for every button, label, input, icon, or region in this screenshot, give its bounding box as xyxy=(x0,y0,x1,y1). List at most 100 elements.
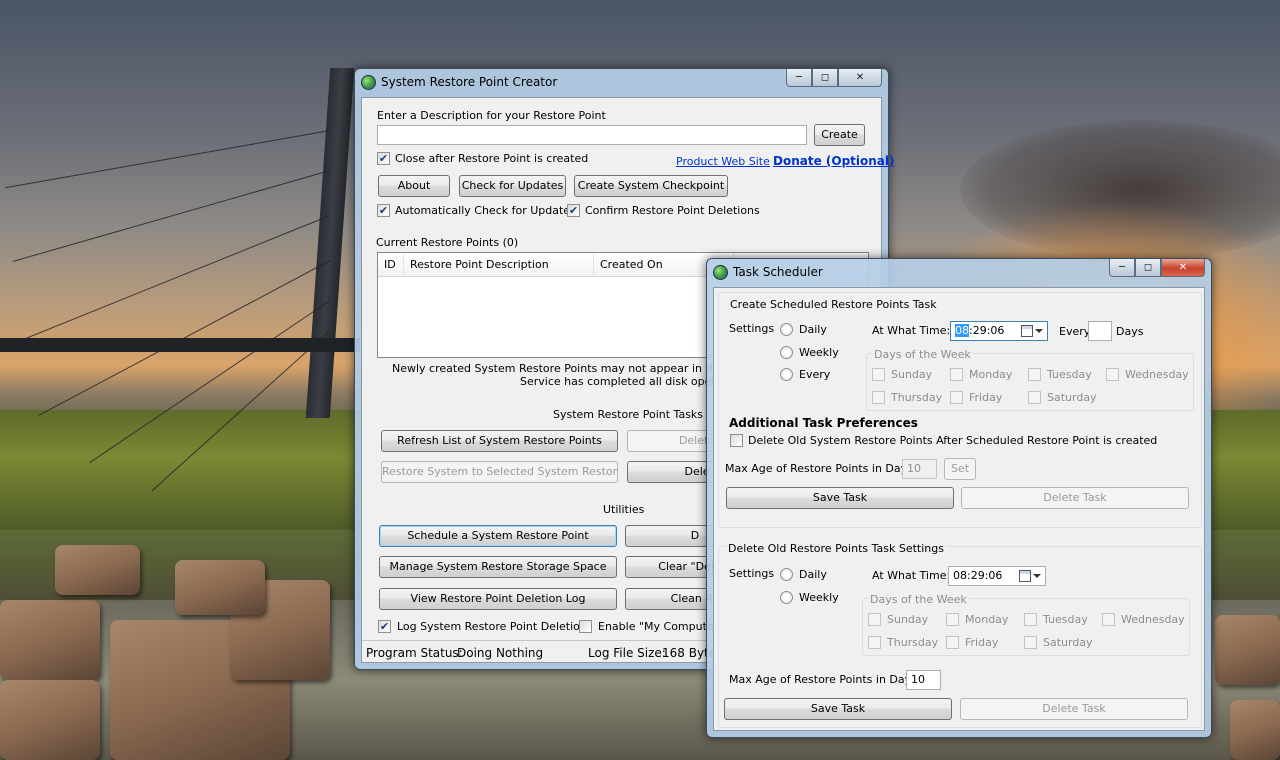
thursday-checkbox[interactable] xyxy=(872,391,885,404)
saturday-label: Saturday xyxy=(1047,391,1097,404)
close-button[interactable]: ✕ xyxy=(838,69,882,87)
view-deletion-log-button[interactable]: View Restore Point Deletion Log xyxy=(379,588,617,610)
monday-label: Monday xyxy=(969,368,1013,381)
saturday-label-2: Saturday xyxy=(1043,636,1093,649)
confirm-deletions-label: Confirm Restore Point Deletions xyxy=(585,204,760,217)
tuesday-checkbox[interactable] xyxy=(1028,368,1041,381)
task-caption-buttons: ─ ◻ ✕ xyxy=(1109,259,1205,277)
daily-label-2: Daily xyxy=(799,568,827,581)
set-button[interactable]: Set xyxy=(944,458,976,480)
rock xyxy=(55,545,140,595)
minimize-button[interactable]: ─ xyxy=(786,69,812,87)
task-minimize-button[interactable]: ─ xyxy=(1109,259,1135,277)
status-label: Program Status: xyxy=(366,646,463,660)
delete-old-checkbox[interactable] xyxy=(730,434,743,447)
every-days-input[interactable] xyxy=(1088,321,1112,341)
daily-label: Daily xyxy=(799,323,827,336)
sunday-checkbox[interactable] xyxy=(872,368,885,381)
monday-checkbox[interactable] xyxy=(950,368,963,381)
saturday-checkbox-2[interactable] xyxy=(1024,636,1037,649)
every-radio-label: Every xyxy=(799,368,831,381)
rock xyxy=(1215,615,1280,685)
task-maximize-button[interactable]: ◻ xyxy=(1135,259,1161,277)
max-age-input[interactable]: 10 xyxy=(902,459,937,479)
schedule-restore-point-button[interactable]: Schedule a System Restore Point xyxy=(379,525,617,547)
wednesday-checkbox-2[interactable] xyxy=(1102,613,1115,626)
create-button[interactable]: Create xyxy=(814,124,865,146)
log-deletions-label: Log System Restore Point Deletions xyxy=(397,620,593,633)
column-description[interactable]: Restore Point Description xyxy=(404,253,594,277)
manage-storage-button[interactable]: Manage System Restore Storage Space xyxy=(379,556,617,578)
rock xyxy=(0,680,100,760)
maximize-button[interactable]: ◻ xyxy=(812,69,838,87)
main-titlebar[interactable]: System Restore Point Creator ─ ◻ ✕ xyxy=(355,69,888,95)
main-window-title: System Restore Point Creator xyxy=(381,75,558,89)
delete-task-button[interactable]: Delete Task xyxy=(961,487,1189,509)
sunday-checkbox-2[interactable] xyxy=(868,613,881,626)
restore-system-button[interactable]: Restore System to Selected System Restor… xyxy=(381,461,618,483)
utilities-section-header: Utilities xyxy=(603,503,645,516)
enable-mycomputer-checkbox[interactable] xyxy=(579,620,592,633)
sunday-label: Sunday xyxy=(891,368,933,381)
at-time-label: At What Time: xyxy=(872,324,951,337)
check-updates-button[interactable]: Check for Updates xyxy=(459,175,566,197)
weekly-label: Weekly xyxy=(799,346,839,359)
task-app-icon xyxy=(713,265,728,280)
every-radio[interactable] xyxy=(780,368,793,381)
additional-prefs-title: Additional Task Preferences xyxy=(729,416,918,430)
time-rest: :29:06 xyxy=(969,324,1005,337)
friday-checkbox[interactable] xyxy=(950,391,963,404)
friday-checkbox-2[interactable] xyxy=(946,636,959,649)
log-size-label: Log File Size: xyxy=(588,646,666,660)
close-after-label: Close after Restore Point is created xyxy=(395,152,589,165)
weekly-radio[interactable] xyxy=(780,346,793,359)
weekly-radio-2[interactable] xyxy=(780,591,793,604)
create-checkpoint-button[interactable]: Create System Checkpoint xyxy=(574,175,728,197)
auto-check-updates-checkbox[interactable]: ✔ xyxy=(377,204,390,217)
weekly-label-2: Weekly xyxy=(799,591,839,604)
task-titlebar[interactable]: Task Scheduler ─ ◻ ✕ xyxy=(707,259,1211,285)
thursday-label: Thursday xyxy=(891,391,943,404)
friday-label: Friday xyxy=(969,391,1003,404)
product-website-link[interactable]: Product Web Site xyxy=(676,155,770,168)
days-of-week-title-2: Days of the Week xyxy=(868,593,969,606)
enable-mycomputer-label: Enable "My Computer" xyxy=(598,620,724,633)
daily-radio[interactable] xyxy=(780,323,793,336)
wednesday-checkbox[interactable] xyxy=(1106,368,1119,381)
time-hour-selected: 08 xyxy=(955,324,969,337)
delete-task-button-2[interactable]: Delete Task xyxy=(960,698,1188,720)
daily-radio-2[interactable] xyxy=(780,568,793,581)
tasks-section-header: System Restore Point Tasks xyxy=(553,408,704,421)
rock xyxy=(1230,700,1280,760)
time-picker[interactable]: 08:29:06 xyxy=(950,321,1048,341)
max-age-label-2: Max Age of Restore Points in Days: xyxy=(729,673,921,686)
max-age-input-2[interactable]: 10 xyxy=(906,670,941,690)
task-window-title: Task Scheduler xyxy=(733,265,823,279)
monday-label-2: Monday xyxy=(965,613,1009,626)
saturday-checkbox[interactable] xyxy=(1028,391,1041,404)
friday-label-2: Friday xyxy=(965,636,999,649)
description-label: Enter a Description for your Restore Poi… xyxy=(377,109,606,122)
task-close-button[interactable]: ✕ xyxy=(1161,259,1205,277)
save-task-button-2[interactable]: Save Task xyxy=(724,698,952,720)
days-label: Days xyxy=(1116,325,1144,338)
chevron-down-icon xyxy=(1035,329,1043,333)
thursday-checkbox-2[interactable] xyxy=(868,636,881,649)
about-button[interactable]: About xyxy=(378,175,450,197)
column-id[interactable]: ID xyxy=(378,253,404,277)
donate-link[interactable]: Donate (Optional) xyxy=(773,154,895,168)
current-restore-points-label: Current Restore Points (0) xyxy=(376,236,519,249)
tuesday-label: Tuesday xyxy=(1047,368,1092,381)
description-input[interactable] xyxy=(377,125,807,145)
confirm-deletions-checkbox[interactable]: ✔ xyxy=(567,204,580,217)
caption-buttons: ─ ◻ ✕ xyxy=(786,69,882,87)
calendar-icon xyxy=(1021,325,1033,337)
save-task-button[interactable]: Save Task xyxy=(726,487,954,509)
close-after-checkbox[interactable]: ✔ xyxy=(377,152,390,165)
auto-check-updates-label: Automatically Check for Updates xyxy=(395,204,576,217)
log-deletions-checkbox[interactable]: ✔ xyxy=(378,620,391,633)
monday-checkbox-2[interactable] xyxy=(946,613,959,626)
time-picker-2[interactable]: 08:29:06 xyxy=(948,566,1046,586)
refresh-list-button[interactable]: Refresh List of System Restore Points xyxy=(381,430,618,452)
tuesday-checkbox-2[interactable] xyxy=(1024,613,1037,626)
